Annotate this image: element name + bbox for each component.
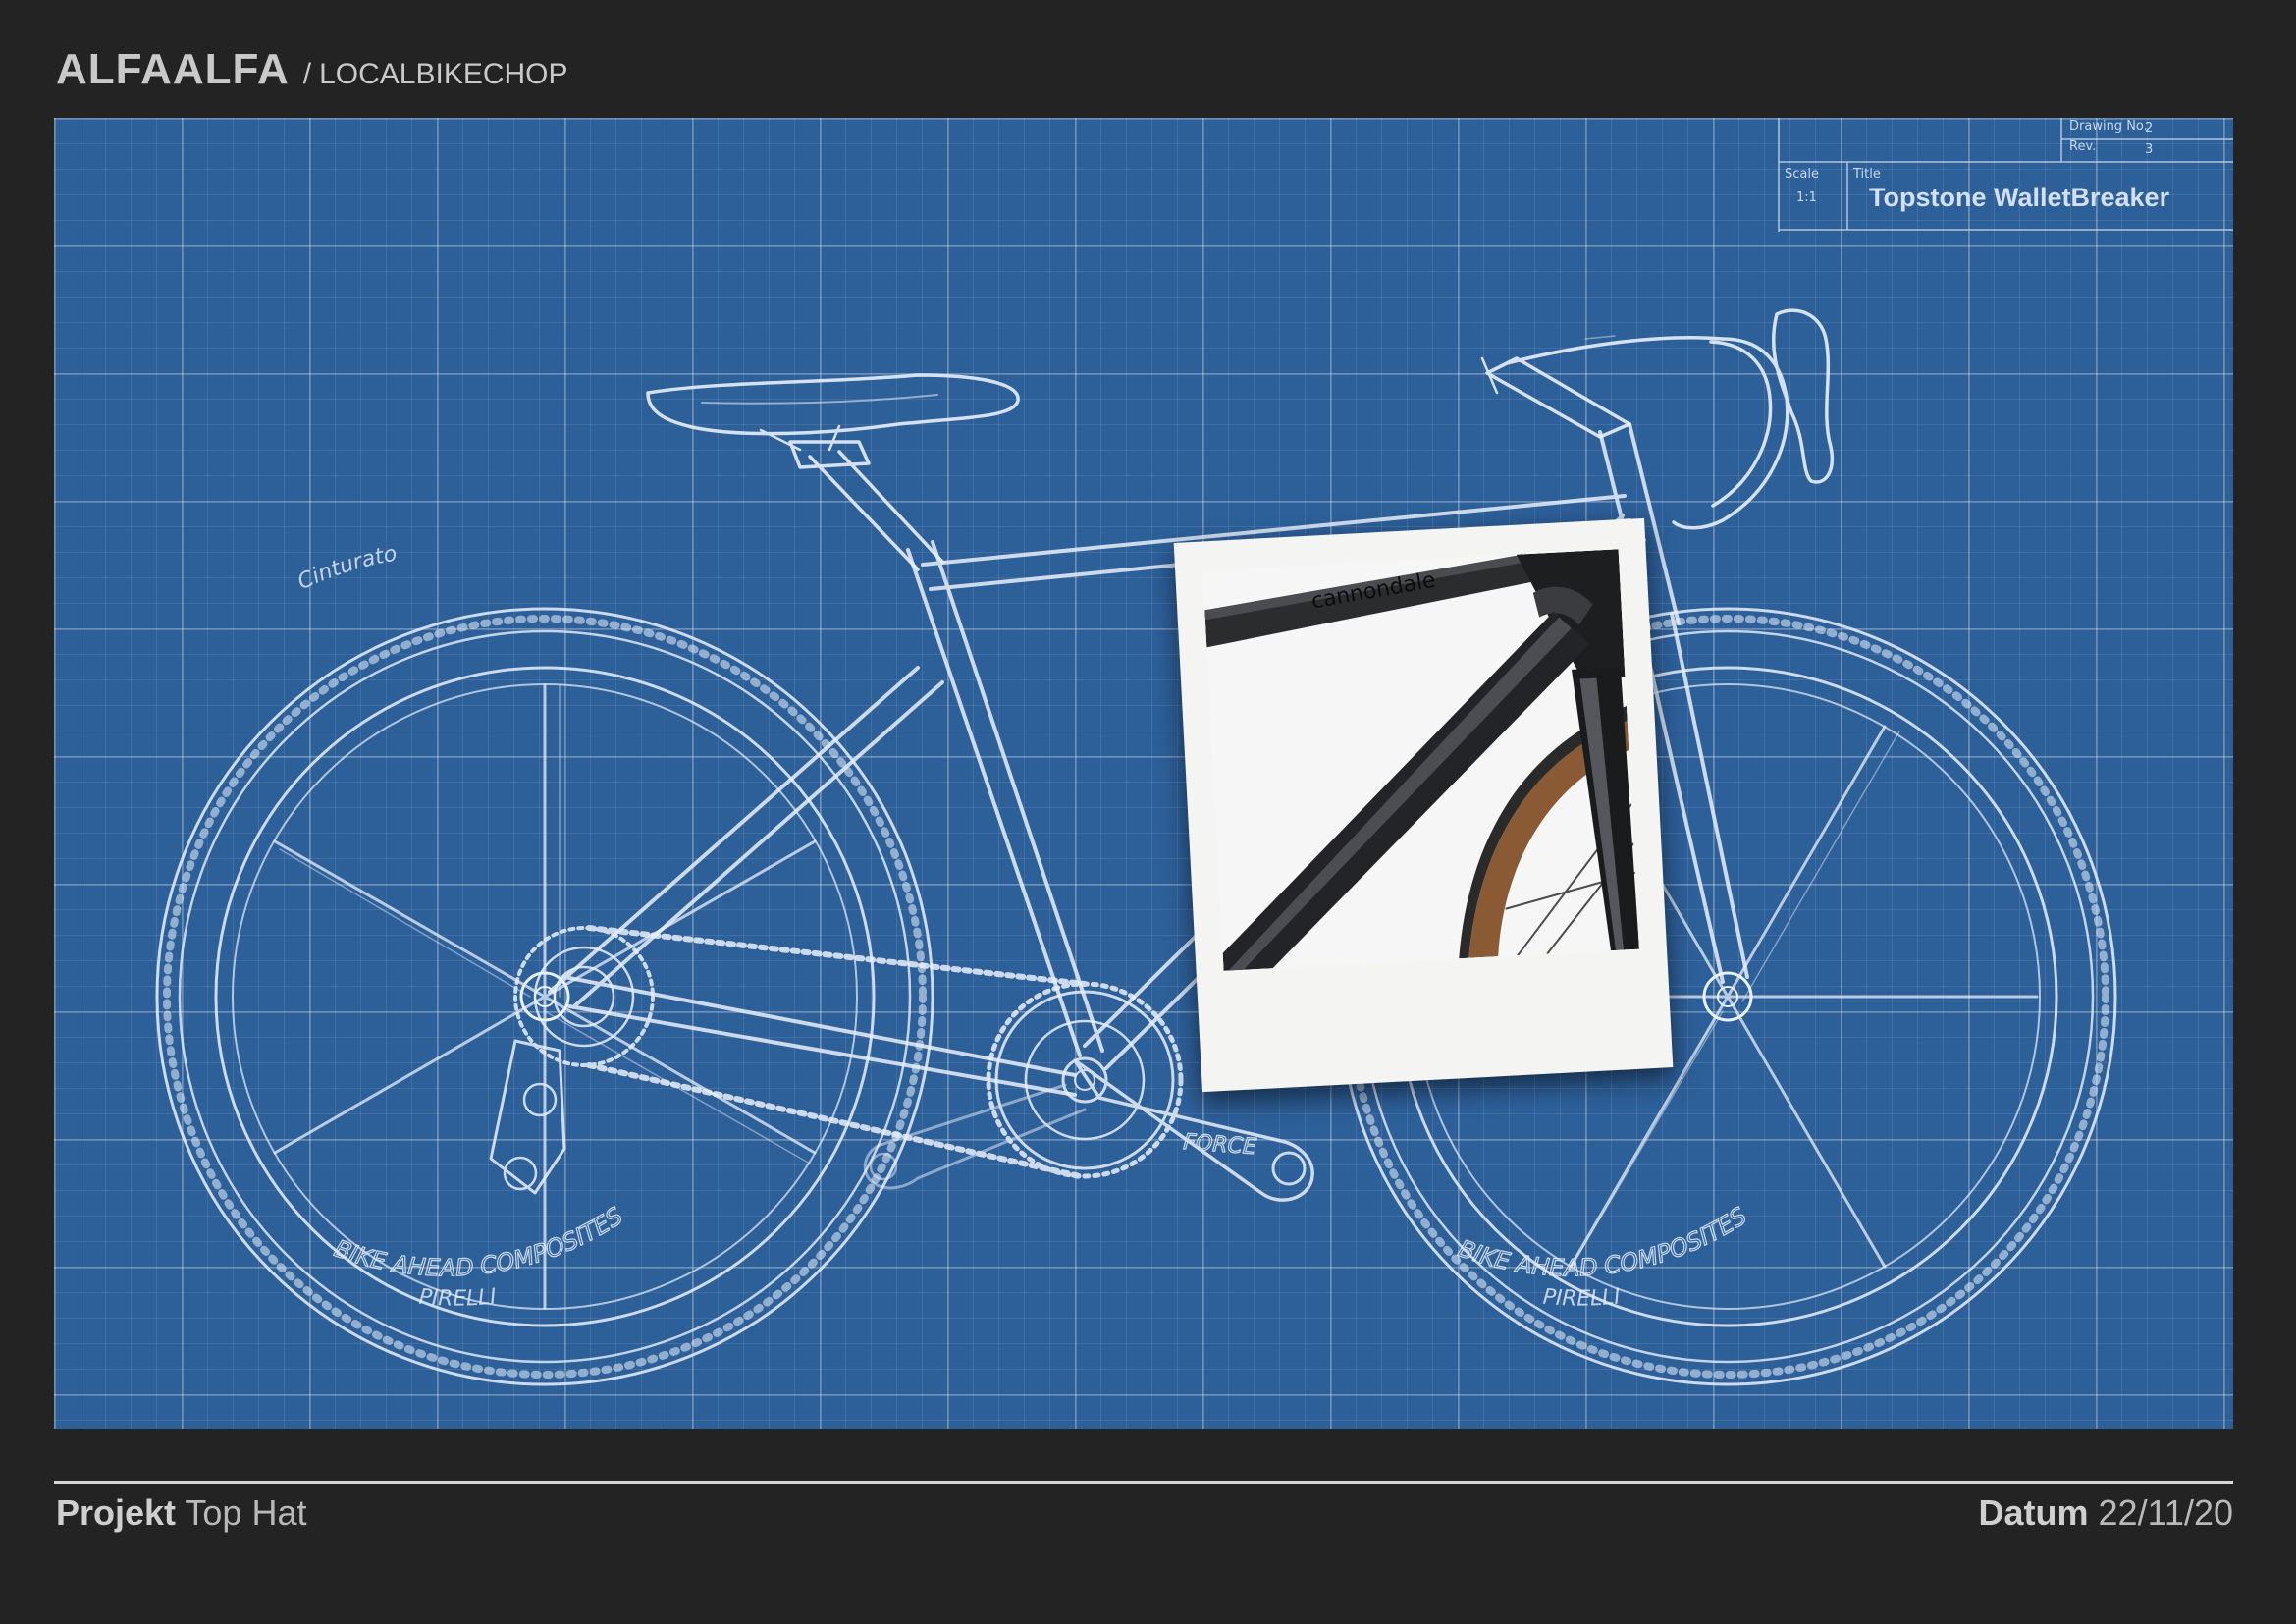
title-label: Title [1853,167,1881,182]
page-header: ALFAALFA / LOCALBIKECHOP [56,45,568,104]
tire-brand-rear-bottom: PIRELLI [418,1284,498,1311]
project-label: Projekt [56,1492,177,1533]
rear-wheel: Cinturato PIRELLI BIKE AHEAD COMPOSITES [155,542,934,1386]
svg-text:PIRELLI: PIRELLI [1542,1284,1622,1311]
svg-text:PIRELLI: PIRELLI [418,1284,498,1311]
brand-subtitle: LOCALBIKECHOP [319,58,568,90]
project-value: Top Hat [185,1492,307,1533]
seatpost-saddle [646,373,1020,571]
tire-brand-rear-top: Cinturato [294,542,400,596]
tire-brand-front-bottom: PIRELLI [1542,1284,1622,1311]
blueprint-canvas: Cinturato PIRELLI BIKE AHEAD COMPOSITES [54,118,2233,1429]
polaroid-photo: cannondale [1173,517,1674,1093]
frame-closeup-photo: cannondale [1202,549,1639,971]
scale-label: Scale [1785,167,1819,182]
frame-closeup-image: cannondale [1202,549,1639,971]
rev-value: 3 [2145,142,2154,157]
drawing-title-block: Drawing No. 2 Rev. 3 Scale 1:1 Title Top… [1777,118,2233,232]
date-label: Datum [1978,1492,2089,1533]
drawing-no-label: Drawing No. [2069,119,2148,134]
title-block-lines [1778,118,2233,232]
svg-text:BIKE AHEAD COMPOSITES: BIKE AHEAD COMPOSITES [331,1202,628,1281]
svg-text:Cinturato: Cinturato [294,542,400,596]
date-value: 22/11/20 [2098,1492,2233,1533]
header-separator: / [302,58,312,90]
footer-project: Projekt Top Hat [56,1492,306,1534]
bike-blueprint-drawing: Cinturato PIRELLI BIKE AHEAD COMPOSITES [155,308,2117,1386]
scale-value: 1:1 [1796,190,1817,205]
brand-name: ALFAALFA [56,45,290,93]
footer-date: Datum 22/11/20 [1979,1492,2234,1534]
drawing-no-value: 2 [2145,121,2154,135]
footer-divider [54,1481,2233,1484]
drawing-title: Topstone WalletBreaker [1869,183,2170,212]
rim-brand-rear: BIKE AHEAD COMPOSITES [330,1202,628,1282]
crank-brand: FORCE [1183,1130,1257,1160]
rev-label: Rev. [2069,139,2097,154]
handlebar-stem [1480,308,1834,530]
